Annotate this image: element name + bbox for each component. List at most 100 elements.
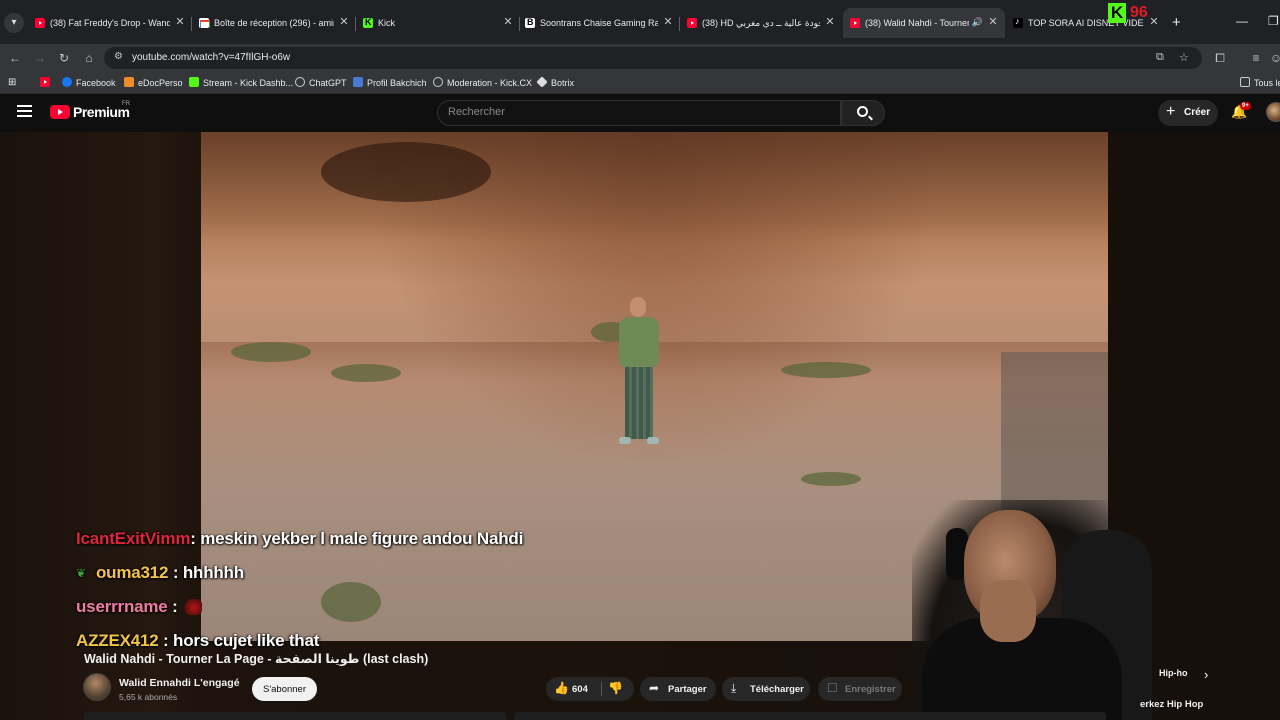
search-button[interactable] (841, 100, 885, 126)
home-icon[interactable]: ⌂ (81, 50, 97, 66)
create-label: Créer (1184, 107, 1211, 118)
bookmark-star-icon[interactable]: ☆ (1179, 51, 1189, 64)
video-scene-shrub (321, 582, 381, 622)
search-input[interactable] (448, 106, 828, 118)
browser-tab[interactable]: Kick ✕ (356, 8, 520, 38)
bookmark-youtube[interactable] (40, 77, 54, 88)
like-dislike-group: 👍 604 👎 (546, 677, 634, 701)
kick-icon (363, 17, 373, 28)
notification-badge: 9+ (1240, 102, 1251, 110)
video-title: Walid Nahdi - Tourner La Page - طوينا ال… (84, 652, 429, 666)
maximize-icon[interactable]: ❐ (1268, 14, 1279, 28)
reading-list-icon[interactable]: ≡ (1248, 50, 1264, 66)
apps-grid-icon[interactable]: ⊞ (8, 77, 16, 88)
share-icon: ➦ (649, 681, 660, 695)
video-scene-person (613, 297, 665, 451)
streamer-webcam (912, 500, 1152, 720)
bookmark-kick-dashboard[interactable]: Stream - Kick Dashb... (189, 77, 293, 88)
chevron-right-icon[interactable]: › (1204, 667, 1208, 682)
download-icon: ⤓ (731, 681, 737, 695)
bookmark-botrix[interactable]: Botrix (536, 76, 574, 88)
chat-username: AZZEX412 (76, 631, 159, 650)
channel-avatar[interactable] (83, 673, 111, 701)
channel-name[interactable]: Walid Ennahdi L'engagé (119, 677, 240, 689)
create-button[interactable]: + Créer (1158, 100, 1218, 126)
chat-text: : hhhhhh (168, 563, 244, 582)
browser-tab[interactable]: (38) Fat Freddy's Drop - Wande ✕ (28, 8, 192, 38)
back-icon[interactable]: ← (7, 50, 23, 66)
related-video-title[interactable]: erkez Hip Hop (1140, 699, 1203, 710)
bookmark-label: Profil Bakchich (367, 78, 427, 88)
close-icon[interactable]: ✕ (662, 16, 674, 28)
bookmark-profil-bakchich[interactable]: Profil Bakchich (353, 77, 427, 88)
dislike-icon[interactable]: 👎 (608, 681, 623, 695)
search-box[interactable] (437, 100, 841, 126)
close-icon[interactable]: ✕ (987, 16, 999, 28)
tab-title: Soontrans Chaise Gaming Raci (540, 18, 658, 28)
close-icon[interactable]: ✕ (824, 16, 836, 28)
address-bar[interactable]: ⚙ youtube.com/watch?v=47fIlGH-o6w ⧉ ☆ (104, 47, 1202, 69)
browser-tab[interactable]: (38) HD ــ بجودة عالية ــ دي مغربي ✕ (680, 8, 842, 38)
related-chip[interactable]: Hip-ho (1159, 668, 1188, 678)
plus-icon: + (1166, 103, 1176, 120)
share-button[interactable]: ➦ Partager (640, 677, 716, 701)
new-tab-icon[interactable]: + (1172, 14, 1181, 31)
person-shoe (647, 437, 659, 444)
leaf-icon: ❦ (76, 566, 86, 580)
extensions-icon[interactable]: ⧠ (1212, 50, 1228, 66)
browser-tab-strip: ▾ (38) Fat Freddy's Drop - Wande ✕ Boîte… (0, 0, 1280, 44)
browser-tab[interactable]: Boîte de réception (296) - amin ✕ (192, 8, 356, 38)
bookmark-label: eDocPerso (138, 78, 183, 88)
menu-icon[interactable] (17, 105, 32, 117)
chat-text: : meskin yekber l male figure andou Nahd… (190, 529, 524, 548)
youtube-masthead: Premium FR + Créer 🔔 9+ (0, 94, 1280, 132)
forward-icon[interactable]: → (32, 50, 48, 66)
tab-title: (38) Fat Freddy's Drop - Wande (50, 18, 170, 28)
bookmark-facebook[interactable]: Facebook (62, 77, 116, 88)
close-icon[interactable]: ✕ (338, 16, 350, 28)
like-icon[interactable]: 👍 (554, 681, 569, 695)
video-scene-shrub (801, 472, 861, 486)
download-button[interactable]: ⤓ Télécharger (722, 677, 810, 701)
all-bookmarks[interactable]: Tous le (1240, 77, 1280, 88)
browser-toolbar: ← → ↻ ⌂ ⚙ youtube.com/watch?v=47fIlGH-o6… (0, 44, 1280, 72)
youtube-premium-logo[interactable]: Premium (73, 104, 130, 120)
reload-icon[interactable]: ↻ (56, 50, 72, 66)
subscribe-button[interactable]: S'abonner (252, 677, 317, 701)
youtube-logo-icon[interactable] (50, 105, 70, 119)
browser-tab-active[interactable]: (38) Walid Nahdi - Tourner 🔊 ✕ (843, 8, 1005, 38)
video-scene-shrub (781, 362, 871, 378)
account-avatar[interactable] (1266, 102, 1280, 122)
country-code: FR (122, 101, 130, 107)
share-label: Partager (668, 684, 707, 695)
close-icon[interactable]: ✕ (1148, 16, 1160, 28)
tab-search-icon[interactable]: ▾ (4, 13, 24, 33)
chat-text: : (167, 597, 178, 616)
chat-username: userrrname (76, 597, 168, 616)
close-icon[interactable]: ✕ (174, 16, 186, 28)
bookmark-moderation-kick[interactable]: Moderation - Kick.CX (433, 77, 532, 88)
site-info-icon[interactable]: ⚙ (114, 51, 123, 62)
bookmark-chatgpt[interactable]: ChatGPT (295, 77, 347, 88)
speaker-icon[interactable]: 🔊 (972, 17, 983, 28)
emote-icon (183, 599, 202, 615)
tab-title: (38) Walid Nahdi - Tourner (865, 18, 969, 28)
chat-message: IcantExitVimm: meskin yekber l male figu… (76, 529, 523, 549)
close-icon[interactable]: ✕ (502, 16, 514, 28)
minimize-icon[interactable]: — (1236, 14, 1248, 28)
bookmark-edocperso[interactable]: eDocPerso (124, 77, 183, 88)
kick-overlay-count: 96 (1130, 4, 1148, 21)
like-count[interactable]: 604 (572, 684, 588, 695)
edocperso-icon (124, 77, 134, 87)
facebook-icon (62, 77, 72, 87)
chat-message: userrrname : (76, 597, 202, 617)
video-scene-cave (321, 142, 491, 202)
kick-icon (189, 77, 199, 87)
browser-tab[interactable]: Soontrans Chaise Gaming Raci ✕ (518, 8, 680, 38)
save-button[interactable]: ☐ Enregistrer (818, 677, 902, 701)
video-scene-shrub (231, 342, 311, 362)
profile-icon[interactable]: ☺ (1268, 50, 1280, 66)
like-separator (601, 682, 602, 696)
bookmark-label: Moderation - Kick.CX (447, 78, 533, 88)
cast-icon[interactable]: ⧉ (1156, 51, 1164, 64)
